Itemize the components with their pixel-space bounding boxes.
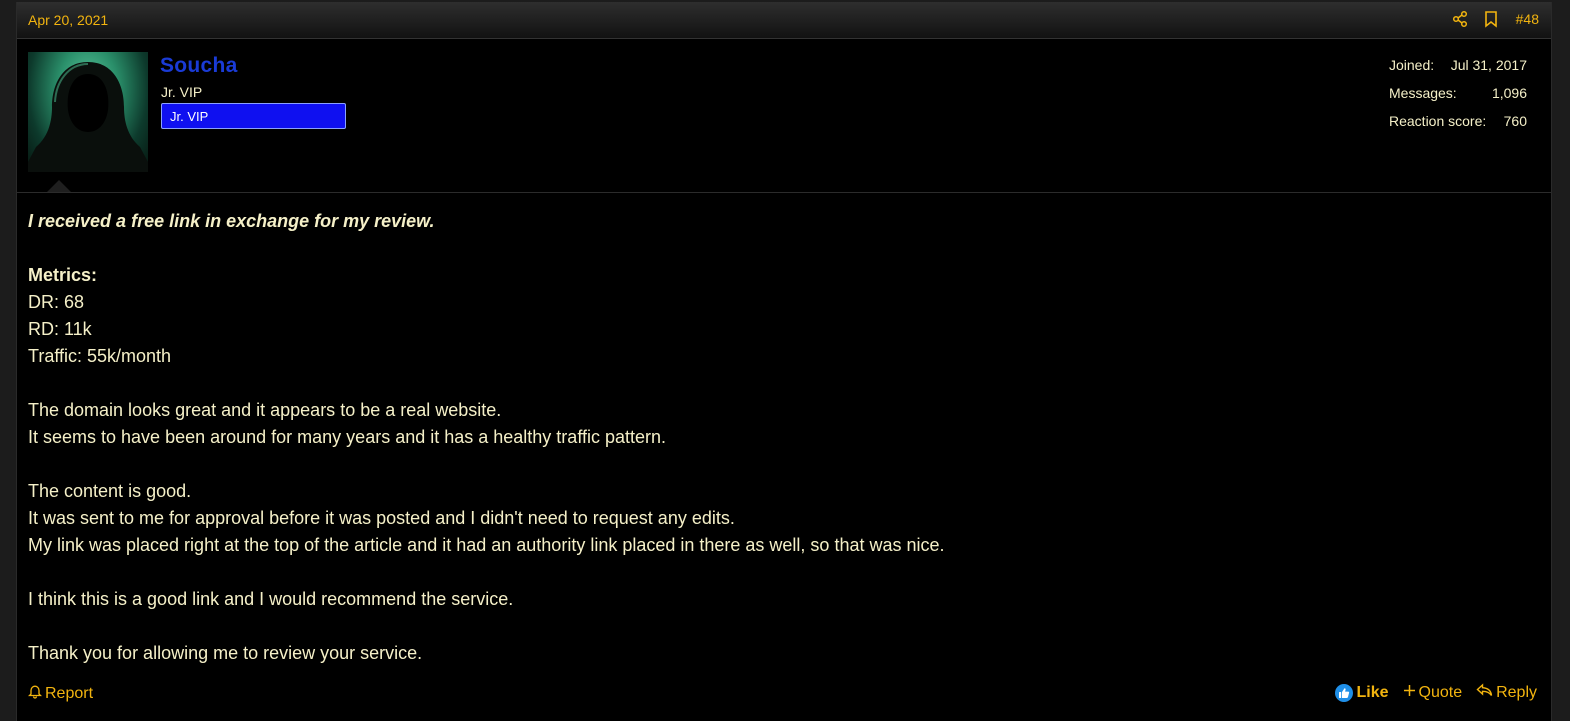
stat-value[interactable]: 1,096 [1492,85,1527,113]
avatar-pointer [47,180,71,192]
user-stats: Joined: Jul 31, 2017 Messages: 1,096 Rea… [1389,57,1527,141]
stat-messages: Messages: 1,096 [1389,85,1527,113]
body-line: Thank you for allowing me to review your… [28,643,423,663]
metric-line: DR: 68 [28,292,85,312]
reply-label: Reply [1496,683,1537,701]
post-header: Apr 20, 2021 #48 [17,2,1551,39]
stat-label: Messages: [1389,85,1457,101]
thumbs-up-icon [1335,683,1354,702]
divider [17,192,1551,193]
username-link[interactable]: Soucha [160,54,238,78]
metric-line: RD: 11k [28,319,92,339]
stat-reaction-score: Reaction score: 760 [1389,113,1527,141]
user-banner: Jr. VIP [161,103,346,129]
body-line: It was sent to me for approval before it… [28,508,735,528]
post-actions: Like Quote Reply [1335,683,1537,702]
metric-line: Traffic: 55k/month [28,346,172,366]
post-header-actions: #48 [1452,10,1539,28]
bookmark-icon[interactable] [1484,10,1500,28]
stat-value: 760 [1503,113,1527,129]
stat-joined: Joined: Jul 31, 2017 [1389,57,1527,85]
body-line: The content is good. [28,481,192,501]
metrics-heading: Metrics: [28,265,98,285]
stat-label: Reaction score: [1389,113,1487,129]
reply-button[interactable]: Reply [1476,683,1537,702]
body-line: It seems to have been around for many ye… [28,427,667,447]
quote-button[interactable]: Quote [1403,683,1463,702]
stat-value: Jul 31, 2017 [1450,57,1527,73]
avatar[interactable] [28,52,148,172]
user-title: Jr. VIP [161,84,203,100]
post-date[interactable]: Apr 20, 2021 [28,12,108,28]
body-line: My link was placed right at the top of t… [28,535,945,555]
report-button[interactable]: Report [27,684,94,704]
reply-arrow-icon [1476,683,1493,702]
post-body: I received a free link in exchange for m… [28,208,1528,667]
report-label: Report [45,685,94,702]
bell-icon [27,684,43,704]
disclosure-text: I received a free link in exchange for m… [28,211,435,231]
body-line: The domain looks great and it appears to… [28,400,502,420]
post-container: Apr 20, 2021 #48 Soucha Jr. VIP Jr. VIP … [16,2,1552,721]
quote-label: Quote [1418,683,1463,701]
like-button[interactable]: Like [1335,683,1389,702]
plus-icon [1403,684,1416,702]
body-line: I think this is a good link and I would … [28,589,514,609]
share-icon[interactable] [1452,10,1468,28]
stat-label: Joined: [1389,57,1435,73]
post-number-link[interactable]: #48 [1516,11,1539,27]
like-label: Like [1356,683,1389,701]
